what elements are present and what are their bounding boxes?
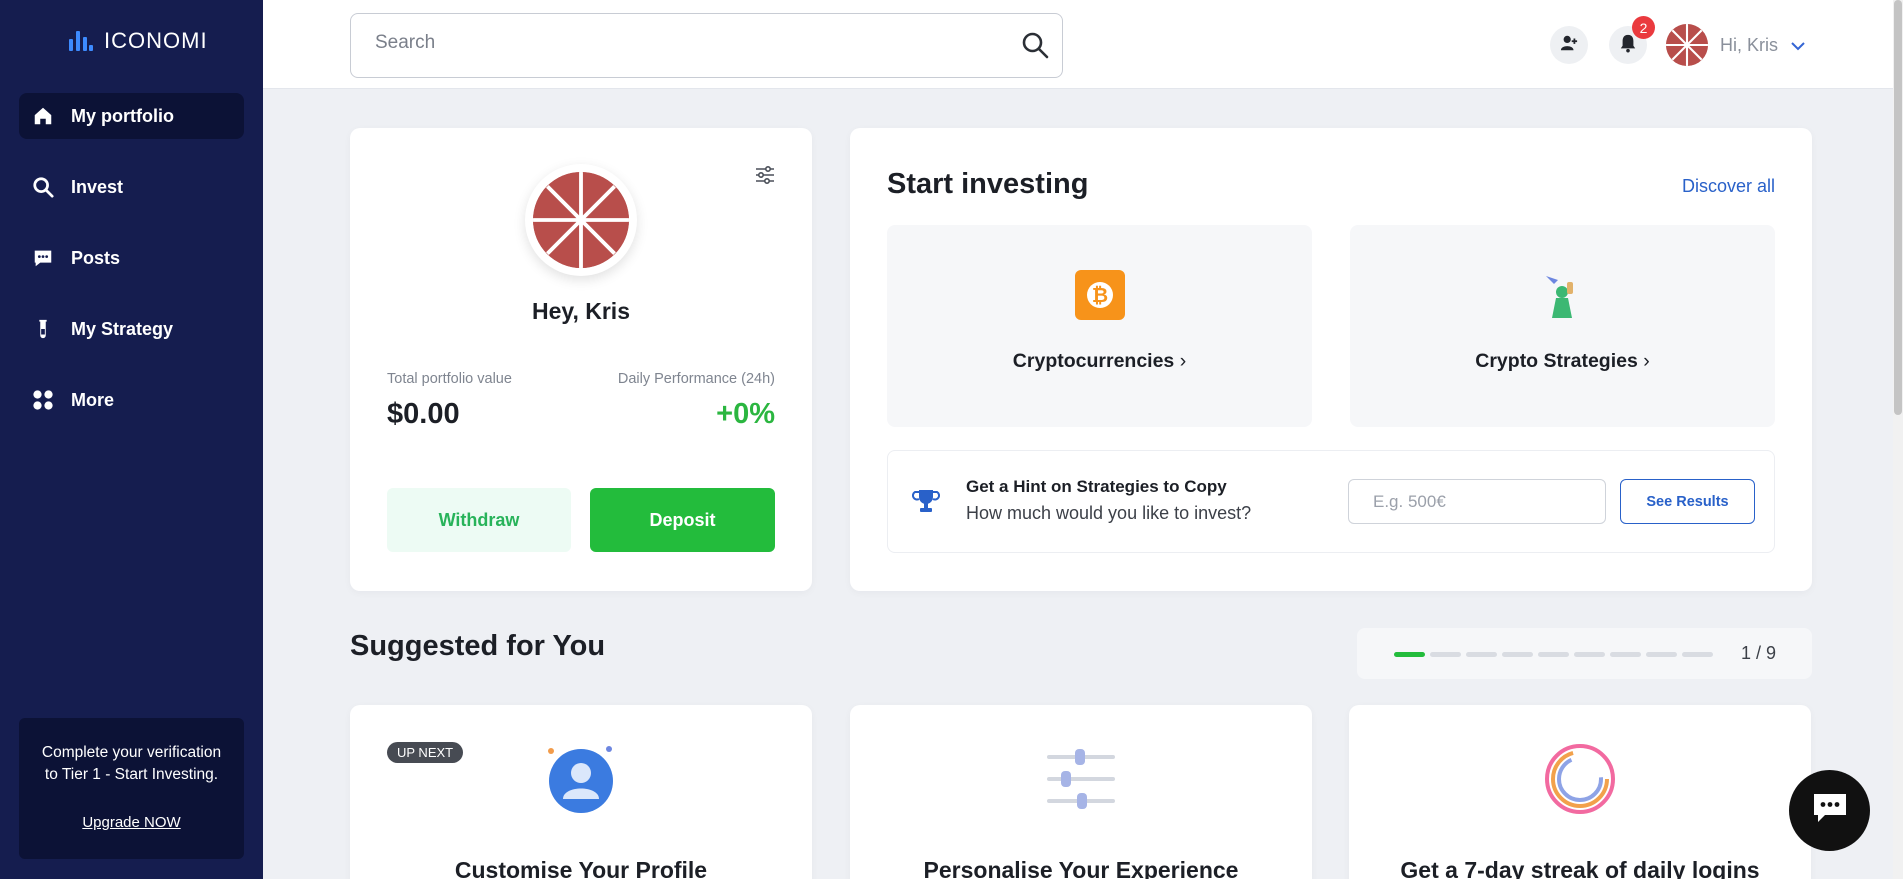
sidebar-item-label: My Strategy [71,318,174,339]
user-menu[interactable]: Hi, Kris [1666,24,1806,66]
suggestion-card[interactable]: Get a 7-day streak of daily logins [1349,705,1811,879]
section-title: Start investing [887,168,1089,200]
add-user-icon [1560,34,1578,57]
portfolio-card: Hey, Kris Total portfolio value Daily Pe… [350,128,812,591]
daily-performance-value: +0% [716,398,775,430]
start-investing-card: Start investing Discover all ₿ Cryptocur… [850,128,1812,591]
logo-text: ICONOMI [104,28,208,53]
profile-avatar[interactable] [525,164,637,276]
page-scrollbar[interactable] [1893,0,1903,879]
topbar: 2 Hi, Kris [263,0,1903,89]
total-portfolio-value: $0.00 [387,398,460,430]
chat-icon [1811,791,1849,830]
notification-badge: 2 [1632,16,1655,39]
sidebar-nav: My portfolio Invest Posts My Strategy Mo… [19,93,244,448]
bell-icon [1619,33,1637,58]
user-greeting: Hi, Kris [1720,34,1778,55]
discover-all-link[interactable]: Discover all [1682,176,1775,197]
trophy-icon [912,487,940,520]
hint-title: Get a Hint on Strategies to Copy [966,477,1227,496]
chevron-right-icon: › [1643,350,1650,372]
pager-dot[interactable] [1538,652,1569,657]
pager-dot[interactable] [1394,652,1425,657]
tile-label: Crypto Strategies › [1475,350,1650,372]
profile-icon [543,741,619,817]
sidebar-item-label: Posts [71,247,121,268]
search-icon [31,175,55,199]
sidebar-item-more[interactable]: More [19,377,244,423]
logo[interactable]: ICONOMI [68,28,208,54]
upgrade-link[interactable]: Upgrade NOW [82,812,180,834]
crypto-strategies-tile[interactable]: Crypto Strategies › [1350,225,1775,427]
bitcoin-icon: ₿ [1074,270,1125,320]
sidebar-item-my-strategy[interactable]: My Strategy [19,306,244,352]
suggested-title: Suggested for You [350,630,606,662]
investment-amount-input[interactable] [1348,479,1606,524]
sidebar: ICONOMI My portfolio Invest Posts My Str… [0,0,263,879]
suggestion-card[interactable]: Personalise Your Experience [850,705,1312,879]
verification-banner: Complete your verification to Tier 1 - S… [19,718,244,859]
total-portfolio-label: Total portfolio value [387,371,512,387]
withdraw-button[interactable]: Withdraw [387,488,571,552]
settings-sliders-icon[interactable] [754,164,776,191]
suggestion-card[interactable]: UP NEXT Customise Your Profile [350,705,812,879]
portfolio-greeting: Hey, Kris [531,298,630,324]
notifications-button[interactable]: 2 [1609,16,1655,64]
avatar [1666,24,1708,66]
hint-subtitle: How much would you like to invest? [966,503,1252,523]
carousel-pager: 1 / 9 [1357,628,1812,679]
chevron-down-icon [1790,35,1806,56]
strategy-hint-box: Get a Hint on Strategies to Copy How muc… [887,450,1775,553]
pager-dot[interactable] [1574,652,1605,657]
chat-button[interactable] [1789,770,1870,851]
cryptocurrencies-tile[interactable]: ₿ Cryptocurrencies › [887,225,1312,427]
deposit-button[interactable]: Deposit [590,488,775,552]
daily-performance-label: Daily Performance (24h) [617,371,775,387]
pager-dot[interactable] [1466,652,1497,657]
scrollbar-thumb[interactable] [1894,0,1902,415]
search-input[interactable] [375,32,975,54]
sidebar-item-invest[interactable]: Invest [19,164,244,210]
see-results-button[interactable]: See Results [1620,479,1755,524]
logo-icon [69,31,93,51]
pager-dot[interactable] [1502,652,1533,657]
ring-icon [1542,741,1618,817]
pager-dot[interactable] [1610,652,1641,657]
up-next-badge: UP NEXT [387,742,464,763]
invite-user-button[interactable] [1550,26,1588,64]
pager-dot[interactable] [1682,652,1713,657]
verification-text: Complete your verification to Tier 1 - S… [41,744,222,783]
svg-text:₿: ₿ [1091,283,1107,307]
sidebar-item-label: My portfolio [71,105,174,126]
sidebar-item-my-portfolio[interactable]: My portfolio [19,93,244,139]
suggestion-title: Customise Your Profile [454,857,708,879]
suggestion-title: Get a 7-day streak of daily logins [1400,857,1760,879]
pager-dot[interactable] [1430,652,1461,657]
grid-icon [31,388,55,412]
strategy-icon [31,317,55,341]
pager-dot[interactable] [1646,652,1677,657]
sliders-icon [1043,741,1119,817]
sidebar-item-posts[interactable]: Posts [19,235,244,281]
sidebar-item-label: Invest [71,176,124,197]
search-box [350,13,1063,78]
suggestion-title: Personalise Your Experience [923,857,1239,879]
sidebar-item-label: More [71,389,115,410]
chat-bubble-icon [31,246,55,270]
search-icon[interactable] [1020,30,1050,65]
home-icon [31,104,55,128]
pager-count: 1 / 9 [1740,643,1776,663]
chevron-right-icon: › [1179,350,1187,372]
avatar-image [533,172,629,268]
pager-dots [1394,652,1713,657]
chess-piece-icon [1538,270,1588,320]
tile-label: Cryptocurrencies › [1012,350,1187,372]
